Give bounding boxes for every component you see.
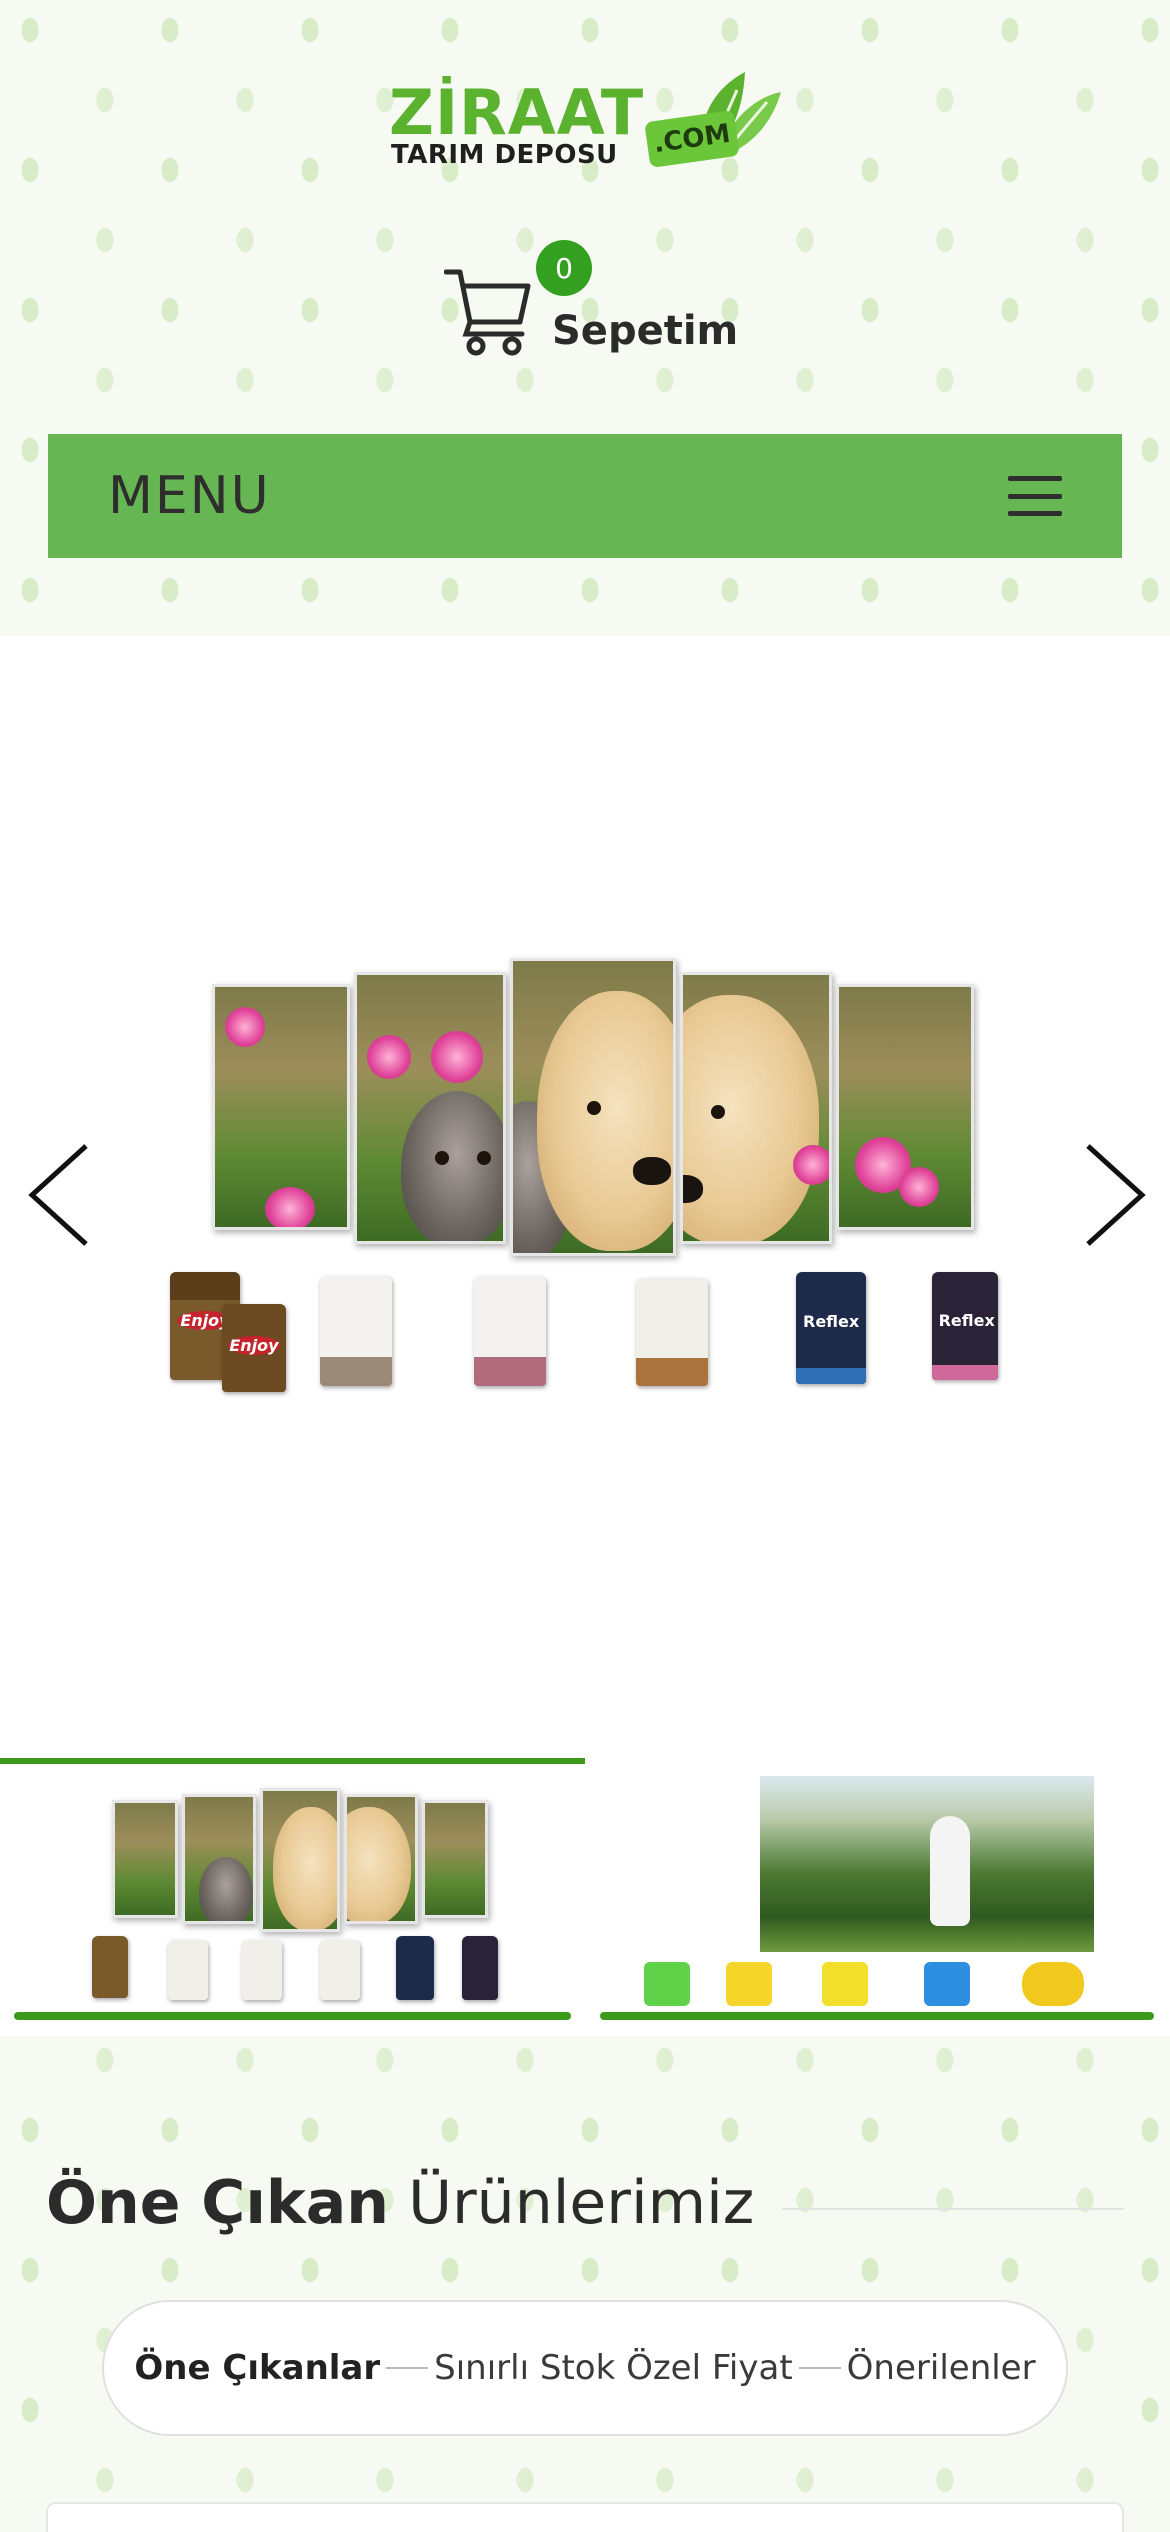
thumb-food-bag — [396, 1936, 434, 2000]
cart-button[interactable]: 0 Sepetim — [440, 240, 760, 360]
reflex-food-bag: Reflex — [932, 1272, 998, 1380]
section-divider — [782, 2208, 1124, 2210]
slider-prev-arrow-icon[interactable] — [26, 1140, 106, 1250]
enjoy-food-bag: Enjoy — [222, 1304, 286, 1392]
slider-thumbnail-1[interactable] — [0, 1758, 585, 2020]
section-title-rest: Ürünlerimiz — [389, 2168, 755, 2238]
thumb-food-bag — [242, 1940, 282, 2000]
sprayer-person — [930, 1816, 970, 1926]
tab-limited-stock[interactable]: Sınırlı Stok Özel Fiyat — [434, 2348, 793, 2388]
shopping-cart-icon — [444, 269, 531, 356]
slide-image-panel — [510, 958, 676, 1256]
tab-separator — [386, 2367, 429, 2369]
sprayer-product — [644, 1962, 690, 2006]
slide-image-panel — [212, 984, 350, 1230]
hamburger-menu-icon[interactable] — [1008, 476, 1062, 516]
sprayer-product — [726, 1962, 772, 2006]
tab-separator — [798, 2367, 841, 2369]
logo-wordmark: ZİRAAT — [389, 76, 645, 149]
sprayer-product — [1022, 1962, 1084, 2006]
menu-label: MENU — [108, 466, 271, 526]
dog-food-bag — [636, 1278, 708, 1386]
thumbnail-image — [112, 1788, 488, 1932]
slider-thumbnail-2[interactable] — [598, 1758, 1154, 2020]
tab-recommended[interactable]: Önerilenler — [847, 2348, 1036, 2388]
menu-bar[interactable]: MENU — [48, 434, 1122, 558]
sprayer-product — [924, 1962, 970, 2006]
slide-image-panel — [354, 972, 506, 1244]
section-title-bold: Öne Çıkan — [46, 2168, 390, 2238]
thumb-food-bag — [462, 1936, 498, 2000]
slide-image-panel — [836, 984, 974, 1230]
thumbnail-active-bar — [14, 2012, 571, 2020]
section-title: Öne Çıkan Ürünlerimiz — [46, 2168, 754, 2238]
cart-count-badge: 0 — [536, 240, 592, 296]
product-tabs: Öne Çıkanlar Sınırlı Stok Özel Fiyat Öne… — [102, 2300, 1068, 2436]
thumbnail-bar — [600, 2012, 1154, 2020]
site-logo[interactable]: ZİRAAT TARIM DEPOSU .COM — [385, 68, 785, 178]
tab-featured[interactable]: Öne Çıkanlar — [134, 2348, 380, 2388]
cat-food-bag — [320, 1276, 392, 1386]
thumb-food-bag — [320, 1940, 360, 2000]
thumb-food-bag — [92, 1936, 128, 1998]
thumb-food-bag — [168, 1940, 208, 2000]
sprayer-product — [822, 1962, 868, 2006]
reflex-food-bag: Reflex — [796, 1272, 866, 1384]
slide-image-panel — [680, 972, 832, 1244]
cart-label: Sepetim — [552, 308, 739, 354]
product-card[interactable] — [46, 2502, 1124, 2532]
thumbnail-image — [760, 1776, 1094, 1952]
cat-food-bag — [474, 1276, 546, 1386]
slider-next-arrow-icon[interactable] — [1068, 1140, 1148, 1250]
logo-subtitle: TARIM DEPOSU — [391, 140, 618, 170]
